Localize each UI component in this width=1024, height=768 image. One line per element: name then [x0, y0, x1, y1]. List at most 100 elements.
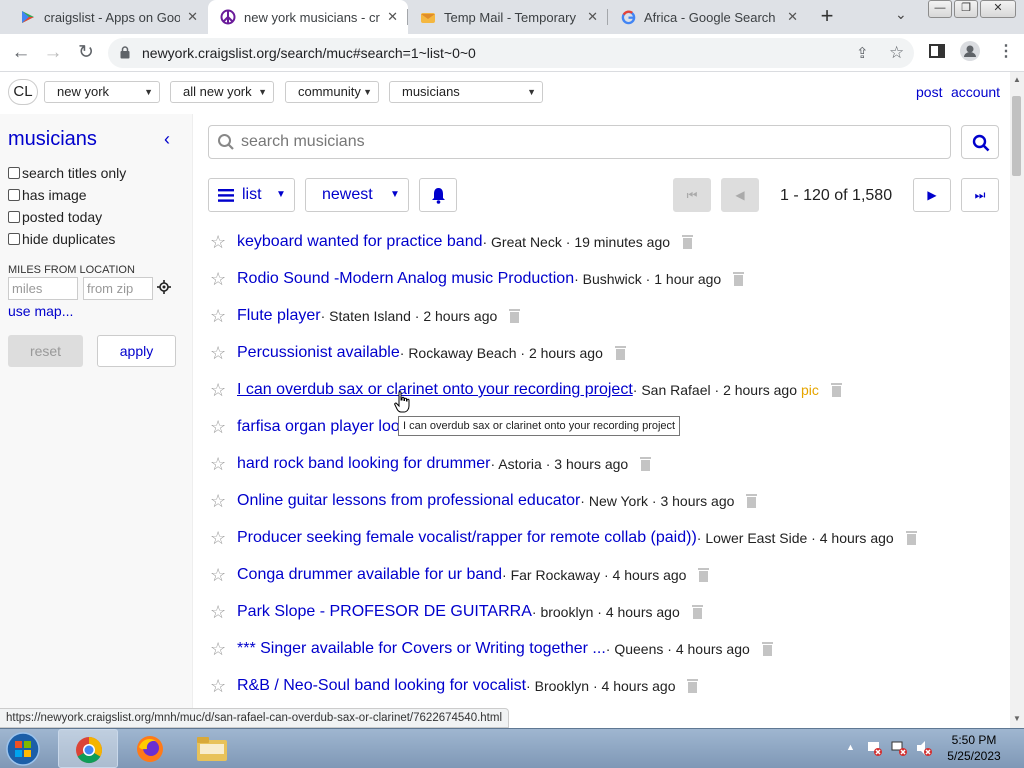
miles-input[interactable]: miles [8, 277, 78, 300]
view-mode-dropdown[interactable]: list ▼ [208, 178, 295, 212]
listing-title-link[interactable]: Online guitar lessons from professional … [237, 492, 580, 510]
collapse-chevron-icon[interactable]: ‹ [164, 129, 170, 150]
minimize-window-icon[interactable]: — [928, 0, 952, 18]
filter-hide-duplicates[interactable]: hide duplicates [8, 231, 115, 247]
listing-title-link[interactable]: Flute player [237, 307, 321, 325]
tab-new-york-musicians[interactable]: new york musicians - crai ✕ [208, 0, 408, 34]
volume-muted-icon[interactable] [916, 740, 932, 761]
listing-title-link[interactable]: hard rock band looking for drummer [237, 455, 490, 473]
favorite-star-icon[interactable]: ☆ [210, 454, 237, 475]
reset-button[interactable]: reset [8, 335, 83, 367]
taskbar-firefox[interactable] [120, 729, 180, 768]
bookmark-star-icon[interactable]: ☆ [889, 43, 904, 63]
scroll-up-arrow-icon[interactable]: ▲ [1010, 73, 1024, 87]
section-select[interactable]: community ▼ [285, 81, 379, 103]
subarea-select[interactable]: all new york ▼ [170, 81, 274, 103]
network-icon[interactable] [891, 740, 907, 761]
hide-listing-trash-icon[interactable] [614, 346, 626, 360]
favorite-star-icon[interactable]: ☆ [210, 232, 237, 253]
favorite-star-icon[interactable]: ☆ [210, 491, 237, 512]
favorite-star-icon[interactable]: ☆ [210, 676, 237, 697]
listing-title-link[interactable]: Rodio Sound -Modern Analog music Product… [237, 270, 574, 288]
previous-page-button[interactable]: ◀ [721, 178, 759, 212]
apply-button[interactable]: apply [97, 335, 176, 367]
favorite-star-icon[interactable]: ☆ [210, 639, 237, 660]
scrollbar-thumb[interactable] [1012, 96, 1021, 176]
hide-listing-trash-icon[interactable] [733, 272, 745, 286]
listing-title-link[interactable]: R&B / Neo-Soul band looking for vocalist [237, 677, 526, 695]
sort-dropdown[interactable]: newest ▼ [305, 178, 409, 212]
hide-listing-trash-icon[interactable] [687, 679, 699, 693]
tab-craigslist-apps[interactable]: craigslist - Apps on Goog ✕ [8, 0, 208, 34]
favorite-star-icon[interactable]: ☆ [210, 565, 237, 586]
hide-listing-trash-icon[interactable] [830, 383, 842, 397]
back-arrow-icon[interactable]: ← [8, 40, 34, 66]
checkbox[interactable] [8, 167, 20, 179]
forward-arrow-icon[interactable]: → [40, 40, 66, 66]
hide-listing-trash-icon[interactable] [746, 494, 758, 508]
listing-title-link[interactable]: keyboard wanted for practice band [237, 233, 482, 251]
listing-title-link[interactable]: *** Singer available for Covers or Writi… [237, 640, 606, 658]
favorite-star-icon[interactable]: ☆ [210, 380, 237, 401]
account-link[interactable]: account [951, 84, 1000, 100]
reload-icon[interactable]: ↻ [73, 40, 99, 66]
listing-title-link[interactable]: Percussionist available [237, 344, 400, 362]
hide-listing-trash-icon[interactable] [640, 457, 652, 471]
action-center-flag-icon[interactable] [866, 740, 882, 761]
last-page-button[interactable]: ⏭ [961, 178, 999, 212]
filter-posted-today[interactable]: posted today [8, 209, 102, 225]
share-icon[interactable]: ⇪ [856, 44, 869, 62]
start-button-icon[interactable] [3, 730, 43, 768]
filter-has-image[interactable]: has image [8, 187, 87, 203]
post-link[interactable]: post [916, 84, 942, 100]
taskbar-chrome[interactable] [58, 729, 118, 768]
next-page-button[interactable]: ▶ [913, 178, 951, 212]
zip-input[interactable]: from zip [83, 277, 153, 300]
tab-close-icon[interactable]: ✕ [787, 9, 798, 25]
tab-temp-mail[interactable]: Temp Mail - Temporary D ✕ [408, 0, 608, 34]
favorite-star-icon[interactable]: ☆ [210, 306, 237, 327]
close-window-icon[interactable]: ✕ [980, 0, 1016, 18]
favorite-star-icon[interactable]: ☆ [210, 417, 237, 438]
new-tab-plus-icon[interactable]: + [814, 4, 840, 30]
category-select[interactable]: musicians ▼ [389, 81, 543, 103]
hide-listing-trash-icon[interactable] [905, 531, 917, 545]
taskbar-file-explorer[interactable] [182, 729, 242, 768]
show-hidden-icons-icon[interactable]: ▲ [846, 742, 855, 752]
save-search-alert-button[interactable] [419, 178, 457, 212]
search-input[interactable]: search musicians [208, 125, 951, 159]
listing-title-link[interactable]: farfisa organ player loo [237, 418, 400, 436]
tab-search-chevron-icon[interactable]: ⌄ [895, 6, 907, 23]
profile-avatar-icon[interactable] [960, 41, 980, 65]
hide-listing-trash-icon[interactable] [698, 568, 710, 582]
listing-title-link[interactable]: Conga drummer available for ur band [237, 566, 502, 584]
use-map-link[interactable]: use map... [8, 303, 73, 319]
maximize-window-icon[interactable]: ❐ [954, 0, 978, 18]
tab-close-icon[interactable]: ✕ [387, 9, 398, 25]
tab-close-icon[interactable]: ✕ [587, 9, 598, 25]
hide-listing-trash-icon[interactable] [691, 605, 703, 619]
hide-listing-trash-icon[interactable] [682, 235, 694, 249]
listing-title-link[interactable]: Park Slope - PROFESOR DE GUITARRA [237, 603, 532, 621]
hide-listing-trash-icon[interactable] [509, 309, 521, 323]
side-panel-icon[interactable] [929, 44, 945, 62]
filter-search-titles-only[interactable]: search titles only [8, 165, 126, 181]
locate-crosshair-icon[interactable] [157, 280, 171, 299]
favorite-star-icon[interactable]: ☆ [210, 528, 237, 549]
hide-listing-trash-icon[interactable] [761, 642, 773, 656]
lock-icon[interactable] [120, 46, 130, 59]
area-select[interactable]: new york ▼ [44, 81, 160, 103]
favorite-star-icon[interactable]: ☆ [210, 343, 237, 364]
address-bar[interactable]: newyork.craigslist.org/search/muc#search… [108, 38, 914, 68]
tab-close-icon[interactable]: ✕ [187, 9, 198, 25]
checkbox[interactable] [8, 189, 20, 201]
craigslist-logo[interactable]: CL [8, 79, 38, 105]
checkbox[interactable] [8, 211, 20, 223]
listing-title-link[interactable]: Producer seeking female vocalist/rapper … [237, 529, 697, 547]
first-page-button[interactable]: ⏮ [673, 178, 711, 212]
search-button[interactable] [961, 125, 999, 159]
scroll-down-arrow-icon[interactable]: ▼ [1010, 712, 1024, 726]
tab-africa-search[interactable]: Africa - Google Search ✕ [608, 0, 808, 34]
kebab-menu-icon[interactable]: ⋮ [998, 41, 1014, 61]
checkbox[interactable] [8, 233, 20, 245]
